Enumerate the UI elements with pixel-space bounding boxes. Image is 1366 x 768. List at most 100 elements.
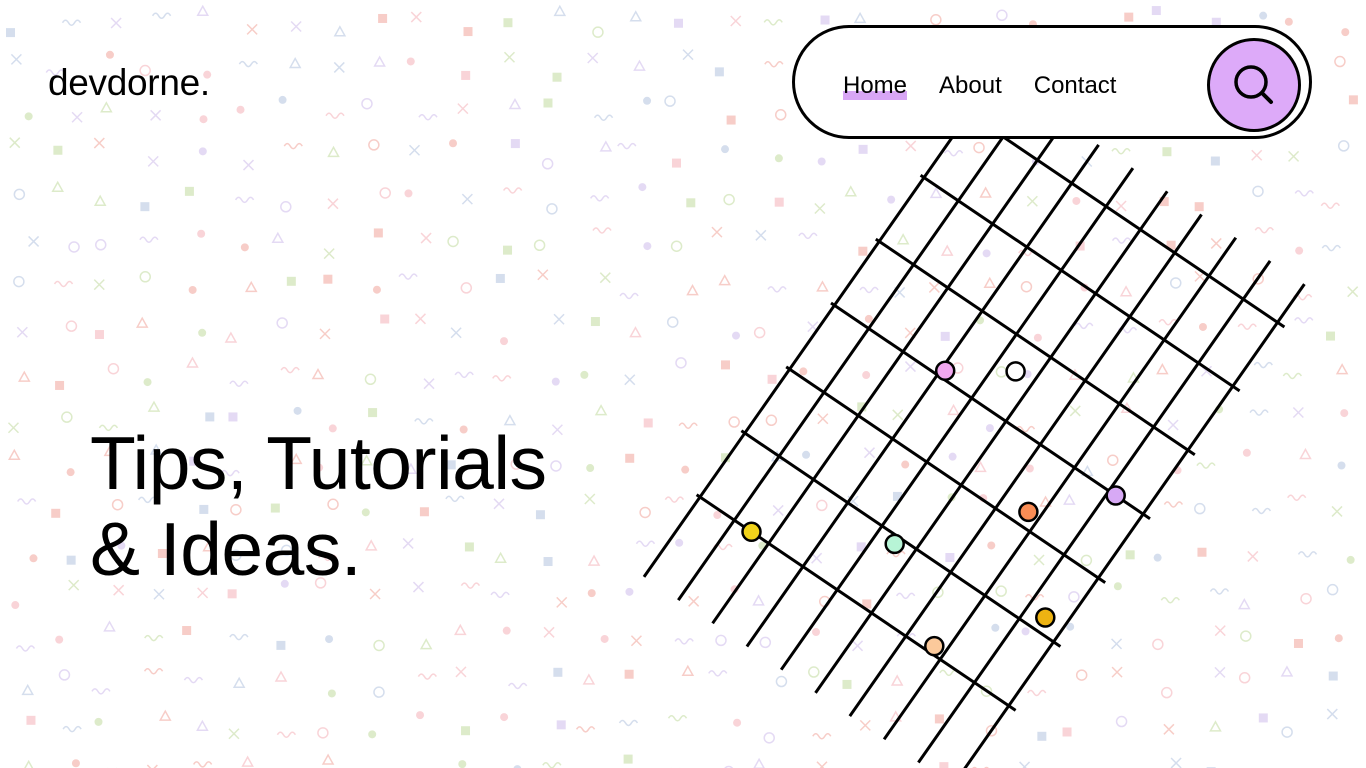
pattern-shape: [947, 403, 960, 416]
pattern-shape: [503, 245, 513, 255]
pattern-shape: [454, 623, 467, 636]
pattern-shape: [398, 273, 418, 280]
pattern-shape: [110, 17, 122, 29]
pattern-shape: [763, 19, 783, 26]
pattern-shape: [1320, 202, 1340, 210]
pattern-shape: [1021, 627, 1030, 636]
pattern-shape: [140, 202, 150, 212]
pattern-shape: [580, 370, 589, 379]
pattern-shape: [1196, 462, 1216, 469]
pattern-shape: [293, 406, 302, 415]
pattern-shape: [863, 447, 876, 459]
pattern-shape: [71, 759, 80, 768]
pattern-shape: [244, 280, 258, 293]
pattern-shape: [107, 362, 120, 375]
pattern-shape: [551, 377, 560, 386]
pattern-shape: [1026, 195, 1038, 207]
pattern-shape: [624, 669, 634, 679]
pattern-shape: [103, 620, 116, 632]
pattern-shape: [890, 674, 904, 686]
pattern-shape: [379, 187, 391, 199]
pattern-shape: [947, 493, 956, 502]
pattern-shape: [321, 753, 335, 765]
pattern-shape: [889, 710, 902, 722]
pattern-shape: [940, 331, 950, 341]
pattern-shape: [144, 634, 164, 642]
pattern-shape: [802, 450, 811, 459]
pattern-shape: [811, 552, 823, 564]
pattern-shape: [93, 194, 107, 206]
pattern-shape: [151, 12, 172, 20]
pattern-shape: [599, 140, 613, 152]
pattern-shape: [58, 669, 71, 681]
pattern-shape: [541, 158, 554, 170]
pattern-shape: [1119, 285, 1133, 297]
pattern-shape: [500, 713, 509, 722]
hero-heading-line-2: & Ideas.: [90, 507, 362, 591]
pattern-shape: [53, 145, 63, 155]
pattern-shape: [816, 280, 829, 292]
pattern-shape: [753, 326, 766, 339]
pattern-shape: [327, 145, 340, 158]
pattern-shape: [364, 373, 377, 386]
pattern-shape: [995, 366, 1008, 378]
pattern-shape: [1295, 246, 1304, 255]
site-logo[interactable]: devdorne.: [48, 62, 210, 104]
pattern-shape: [1068, 368, 1082, 380]
pattern-shape: [1198, 322, 1207, 331]
pattern-shape: [862, 599, 872, 609]
pattern-shape: [276, 731, 297, 739]
pattern-shape: [1111, 666, 1123, 678]
nav-bar: Home About Contact: [792, 25, 1312, 139]
pattern-shape: [670, 240, 683, 252]
pattern-shape: [1335, 363, 1349, 375]
pattern-shape: [887, 195, 896, 204]
pattern-shape: [188, 285, 197, 294]
pattern-shape: [1127, 371, 1140, 383]
nav-link-about[interactable]: About: [939, 72, 1002, 100]
pattern-shape: [325, 112, 345, 119]
pattern-shape: [894, 286, 906, 298]
pattern-shape: [1033, 554, 1045, 566]
pattern-shape: [633, 59, 646, 71]
pattern-shape: [1334, 55, 1346, 68]
pattern-shape: [546, 203, 558, 215]
pattern-shape: [447, 235, 459, 248]
pattern-shape: [1066, 622, 1075, 631]
pattern-shape: [799, 367, 808, 376]
pattern-shape: [1252, 273, 1264, 285]
pattern-shape: [686, 198, 696, 208]
pattern-shape: [589, 195, 610, 202]
pattern-shape: [94, 717, 103, 726]
pattern-shape: [625, 453, 635, 463]
pattern-shape: [139, 271, 152, 283]
pattern-shape: [905, 140, 917, 152]
pattern-shape: [1240, 630, 1252, 642]
pattern-shape: [283, 142, 303, 150]
nav-link-home[interactable]: Home: [843, 72, 908, 100]
pattern-shape: [643, 96, 652, 105]
pattern-shape: [976, 316, 985, 325]
pattern-shape: [1293, 638, 1303, 648]
pattern-shape: [65, 320, 78, 332]
pattern-shape: [1209, 720, 1222, 732]
pattern-shape: [896, 233, 910, 245]
pattern-shape: [1018, 249, 1038, 257]
pattern-shape: [1348, 95, 1358, 105]
pattern-shape: [985, 424, 994, 433]
pattern-shape: [508, 682, 528, 690]
search-button[interactable]: [1207, 38, 1301, 132]
pattern-shape: [224, 331, 238, 343]
pattern-shape: [1194, 202, 1204, 212]
pattern-shape: [599, 272, 611, 284]
pattern-shape: [406, 57, 415, 66]
pattern-shape: [368, 730, 377, 739]
pattern-shape: [983, 276, 997, 289]
pattern-shape: [1080, 554, 1093, 567]
pattern-shape: [1152, 638, 1164, 651]
nav-link-contact[interactable]: Contact: [1034, 72, 1117, 100]
pattern-shape: [671, 158, 681, 168]
pattern-shape: [1170, 277, 1182, 289]
pattern-shape: [1124, 12, 1134, 22]
pattern-shape: [197, 229, 206, 238]
